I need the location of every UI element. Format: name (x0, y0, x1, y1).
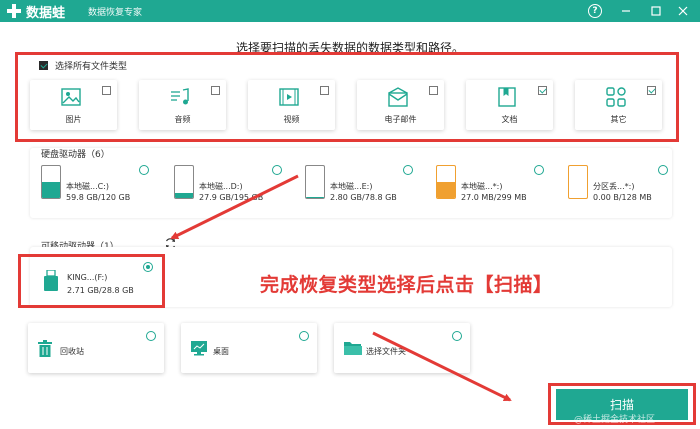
file-type-label: 文档 (501, 115, 518, 124)
image-icon (61, 88, 81, 106)
drive-size: 2.71 GB/28.8 GB (67, 286, 134, 295)
drive-size: 27.0 MB/299 MB (461, 193, 527, 202)
desktop-icon (191, 341, 207, 356)
instruction-annotation: 完成恢复类型选择后点击【扫描】 (260, 274, 553, 296)
file-type-email[interactable]: 电子邮件 (357, 80, 444, 130)
email-icon (388, 87, 408, 107)
select-all-label: 选择所有文件类型 (55, 62, 128, 72)
other-icon (606, 87, 626, 107)
drive-size: 0.00 B/128 MB (593, 193, 652, 202)
hard-drive-icon (305, 165, 325, 199)
location-label: 回收站 (60, 347, 84, 356)
video-icon (279, 88, 299, 106)
app-logo-icon (7, 4, 21, 18)
drive-radio[interactable] (272, 165, 282, 175)
hard-drive-icon (174, 165, 194, 199)
file-type-image[interactable]: 图片 (30, 80, 117, 130)
file-type-audio[interactable]: 音频 (139, 80, 226, 130)
location-recycle-bin[interactable]: 回收站 (28, 323, 164, 373)
drive-item[interactable]: 本地磁...*:) 27.0 MB/299 MB (436, 163, 548, 208)
drive-radio[interactable] (403, 165, 413, 175)
drive-name: 分区丢...*:) (593, 182, 635, 191)
email-checkbox[interactable] (429, 86, 438, 95)
file-type-label: 其它 (610, 115, 627, 124)
other-checkbox[interactable] (647, 86, 656, 95)
drive-radio[interactable] (534, 165, 544, 175)
location-radio[interactable] (452, 331, 462, 341)
hard-drive-icon (436, 165, 456, 199)
drive-name: 本地磁...E:) (330, 182, 373, 191)
maximize-icon[interactable] (648, 3, 664, 19)
hard-drive-title: 硬盘驱动器（6） (41, 150, 110, 160)
drive-size: 59.8 GB/120 GB (66, 193, 131, 202)
audio-checkbox[interactable] (211, 86, 220, 95)
file-type-label: 音频 (174, 115, 191, 124)
drive-name: 本地磁...C:) (66, 182, 110, 191)
drive-name: 本地磁...D:) (199, 182, 243, 191)
usb-drive-icon (44, 270, 58, 291)
file-type-other[interactable]: 其它 (575, 80, 662, 130)
title-bar: 数据蛙 数据恢复专家 ? (0, 0, 700, 22)
location-label: 桌面 (213, 347, 229, 356)
help-icon[interactable]: ? (588, 4, 602, 18)
location-radio[interactable] (299, 331, 309, 341)
file-type-label: 视频 (283, 115, 300, 124)
drive-size: 27.9 GB/195 GB (199, 193, 264, 202)
file-type-document[interactable]: 文档 (466, 80, 553, 130)
drive-item[interactable]: 本地磁...C:) 59.8 GB/120 GB (41, 163, 153, 208)
recycle-bin-icon (38, 340, 52, 357)
drive-item[interactable]: 本地磁...D:) 27.9 GB/195 GB (174, 163, 286, 208)
document-icon (498, 87, 516, 107)
select-all-checkbox[interactable] (39, 61, 48, 70)
document-checkbox[interactable] (538, 86, 547, 95)
folder-icon (344, 342, 362, 355)
removable-drive-item[interactable]: KING...(F:) 2.71 GB/28.8 GB (43, 262, 155, 302)
drive-name: KING...(F:) (67, 273, 108, 282)
drive-item[interactable]: 分区丢...*:) 0.00 B/128 MB (568, 163, 680, 208)
location-desktop[interactable]: 桌面 (181, 323, 317, 373)
app-brand: 数据蛙 (26, 6, 66, 21)
hard-drive-icon (568, 165, 588, 199)
location-radio[interactable] (146, 331, 156, 341)
image-checkbox[interactable] (102, 86, 111, 95)
close-icon[interactable] (675, 3, 691, 19)
video-checkbox[interactable] (320, 86, 329, 95)
location-select-folder[interactable]: 选择文件夹 (334, 323, 470, 373)
hard-drive-icon (41, 165, 61, 199)
location-label: 选择文件夹 (366, 347, 406, 356)
drive-radio[interactable] (139, 165, 149, 175)
audio-icon (171, 88, 189, 105)
file-type-label: 图片 (65, 115, 82, 124)
drive-name: 本地磁...*:) (461, 182, 503, 191)
app-subtitle: 数据恢复专家 (88, 8, 143, 18)
file-type-label: 电子邮件 (384, 115, 417, 124)
file-type-video[interactable]: 视频 (248, 80, 335, 130)
drive-radio[interactable] (658, 165, 668, 175)
drive-item[interactable]: 本地磁...E:) 2.80 GB/78.8 GB (305, 163, 417, 208)
minimize-icon[interactable] (618, 3, 634, 19)
drive-size: 2.80 GB/78.8 GB (330, 193, 397, 202)
watermark: @稀土掘金技术社区 (574, 415, 656, 425)
drive-radio[interactable] (143, 262, 153, 272)
